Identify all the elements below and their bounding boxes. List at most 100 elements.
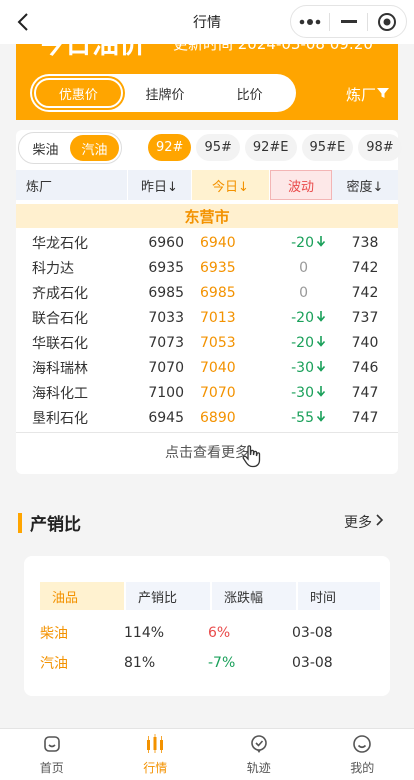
grade-95e[interactable]: 95#E xyxy=(301,134,354,161)
table-header: 炼厂 昨日↓ 今日↓ 波动 密度↓ xyxy=(16,170,398,200)
fuel-gasoline[interactable]: 汽油 xyxy=(70,135,119,161)
plant-name: 华龙石化 xyxy=(32,235,88,252)
header-change[interactable]: 波动 xyxy=(270,170,332,200)
fuel-diesel[interactable]: 柴油 xyxy=(21,135,70,161)
price-change-value: -20 xyxy=(291,309,314,326)
change-value: -7% xyxy=(208,655,236,671)
header-density-sort[interactable]: 密度↓ xyxy=(332,170,398,200)
arrow-down-icon xyxy=(316,385,326,401)
yesterday-price: 7033 xyxy=(148,309,184,326)
yesterday-price: 7070 xyxy=(148,359,184,376)
change-value: 6% xyxy=(208,625,231,641)
market-icon xyxy=(144,733,166,759)
table-row[interactable]: 联合石化 7033 7013 -20 737 xyxy=(16,305,398,330)
density: 742 xyxy=(351,284,379,301)
price-change: -30 xyxy=(270,360,332,376)
yesterday-price: 7073 xyxy=(148,334,184,351)
refinery-filter-button[interactable]: 炼厂 xyxy=(346,84,390,105)
arrow-down-icon xyxy=(316,310,326,326)
price-change: -20 xyxy=(270,335,332,351)
close-circle-icon[interactable] xyxy=(368,6,406,37)
view-more-link[interactable]: 点击查看更多 xyxy=(16,442,398,462)
price-change-value: -20 xyxy=(291,234,314,251)
plant-name: 联合石化 xyxy=(32,310,88,327)
price-change: -30 xyxy=(270,385,332,401)
header-yesterday-sort[interactable]: 昨日↓ xyxy=(128,170,192,200)
table-row[interactable]: 汽油 81% -7% 03-08 xyxy=(40,648,374,678)
price-change-value: 0 xyxy=(299,284,308,301)
table-row[interactable]: 齐成石化 6985 6985 0 742 xyxy=(16,280,398,305)
city-group-header: 东营市 xyxy=(16,204,398,228)
table-row[interactable]: 科力达 6935 6935 0 742 xyxy=(16,255,398,280)
price-change: 0 xyxy=(270,285,332,301)
header-ratio: 产销比 xyxy=(126,582,210,610)
date-value: 03-08 xyxy=(292,625,333,641)
grade-92e[interactable]: 92#E xyxy=(244,134,297,161)
price-change: -20 xyxy=(270,235,332,251)
density: 740 xyxy=(351,334,379,351)
chevron-right-icon xyxy=(372,513,386,531)
sales-ratio-card: 油品 产销比 涨跌幅 时间 柴油 114% 6% 03-08 汽油 81% -7… xyxy=(24,556,390,696)
table-row[interactable]: 海科化工 7100 7070 -30 747 xyxy=(16,380,398,405)
sales-ratio-section-title: 产销比 xyxy=(18,510,81,535)
tab-profile[interactable]: 我的 xyxy=(311,729,414,780)
header-today-sort[interactable]: 今日↓ xyxy=(192,170,270,200)
price-change: 0 xyxy=(270,260,332,276)
tab-market[interactable]: 行情 xyxy=(104,729,208,780)
mini-program-capsule xyxy=(290,5,407,38)
plant-name: 齐成石化 xyxy=(32,285,88,302)
density: 747 xyxy=(351,384,379,401)
profile-icon xyxy=(352,734,372,759)
back-icon[interactable] xyxy=(10,8,38,36)
grade-92[interactable]: 92# xyxy=(148,134,192,161)
fuel-type-toggle: 柴油 汽油 xyxy=(18,132,122,164)
tab-track[interactable]: 轨迹 xyxy=(207,729,311,780)
yesterday-price: 6985 xyxy=(148,284,184,301)
plant-name: 海科化工 xyxy=(32,385,88,402)
header-change: 涨跌幅 xyxy=(212,582,296,610)
segment-discount-price[interactable]: 优惠价 xyxy=(34,78,123,108)
today-price: 6935 xyxy=(200,259,236,276)
minimize-icon[interactable] xyxy=(330,6,368,37)
grade-98[interactable]: 98# xyxy=(358,134,402,161)
today-price: 6985 xyxy=(200,284,236,301)
plant-name: 垦利石化 xyxy=(32,410,88,427)
grade-95[interactable]: 95# xyxy=(196,134,240,161)
divider xyxy=(16,432,398,433)
sales-ratio-more-link[interactable]: 更多 xyxy=(344,512,386,532)
sales-rows: 柴油 114% 6% 03-08 汽油 81% -7% 03-08 xyxy=(40,618,374,678)
price-change-value: 0 xyxy=(299,259,308,276)
today-price: 6890 xyxy=(200,409,236,426)
filter-icon xyxy=(376,86,390,104)
more-dots-icon[interactable] xyxy=(291,6,329,37)
yesterday-price: 6935 xyxy=(148,259,184,276)
yesterday-price: 7100 xyxy=(148,384,184,401)
sales-table-header: 油品 产销比 涨跌幅 时间 xyxy=(40,582,380,610)
density: 738 xyxy=(351,234,379,251)
arrow-down-icon xyxy=(316,335,326,351)
date-value: 03-08 xyxy=(292,655,333,671)
tab-home[interactable]: 首页 xyxy=(0,729,104,780)
product-name: 汽油 xyxy=(40,656,68,672)
price-change: -20 xyxy=(270,310,332,326)
density: 742 xyxy=(351,259,379,276)
today-price: 7070 xyxy=(200,384,236,401)
table-row[interactable]: 垦利石化 6945 6890 -55 747 xyxy=(16,405,398,430)
table-row[interactable]: 华龙石化 6960 6940 -20 738 xyxy=(16,230,398,255)
home-icon xyxy=(42,734,62,759)
tab-bar: 首页 行情 轨迹 我的 xyxy=(0,728,414,780)
density: 737 xyxy=(351,309,379,326)
segment-list-price[interactable]: 挂牌价 xyxy=(123,78,208,108)
table-row[interactable]: 海科瑞林 7070 7040 -30 746 xyxy=(16,355,398,380)
table-row[interactable]: 华联石化 7073 7053 -20 740 xyxy=(16,330,398,355)
price-change-value: -30 xyxy=(291,359,314,376)
sales-ratio-value: 81% xyxy=(124,655,156,671)
table-row[interactable]: 柴油 114% 6% 03-08 xyxy=(40,618,374,648)
header-product: 油品 xyxy=(40,582,124,610)
arrow-down-icon xyxy=(316,360,326,376)
yesterday-price: 6960 xyxy=(148,234,184,251)
segment-compare-price[interactable]: 比价 xyxy=(207,78,292,108)
today-price: 6940 xyxy=(200,234,236,251)
more-label: 更多 xyxy=(344,515,372,531)
grade-selector: 92# 95# 92#E 95#E 98# xyxy=(148,134,402,161)
